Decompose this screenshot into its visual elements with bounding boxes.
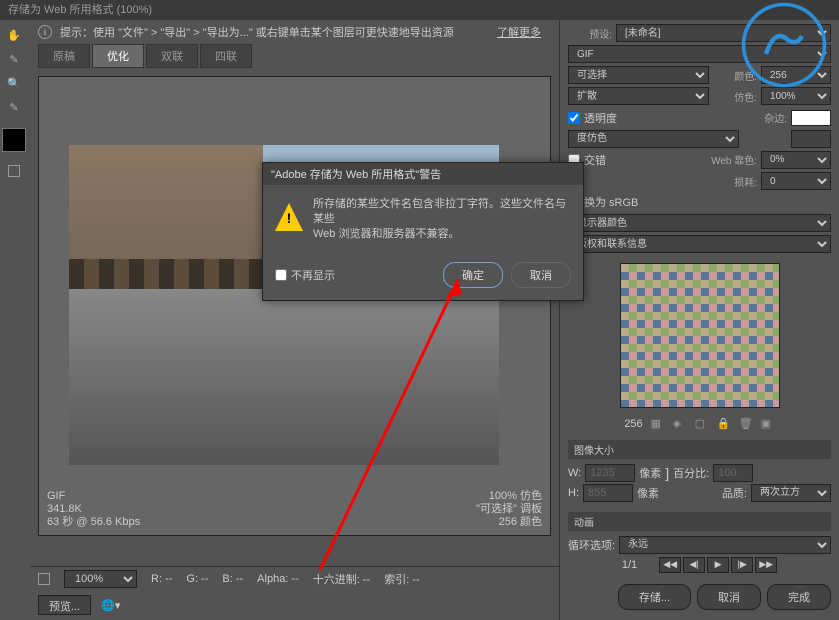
learn-more-link[interactable]: 了解更多 [497,24,541,40]
dont-show-checkbox[interactable] [275,269,287,281]
next-frame-icon[interactable]: |▶ [731,557,753,573]
px-label-2: 像素 [637,485,659,501]
dialog-title: "Adobe 存储为 Web 所用格式"警告 [263,163,583,185]
window-titlebar: 存储为 Web 所用格式 (100%) [0,0,839,20]
g-value: G: -- [186,573,208,585]
palette-icon-1[interactable]: ▦ [651,417,665,431]
palette-count: 256 [624,418,642,430]
height-input[interactable] [583,484,633,502]
trash-icon[interactable]: 🗑 [739,417,753,431]
slice-visibility-icon[interactable] [2,160,26,182]
width-input[interactable] [585,464,635,482]
left-toolbar: ✋ ✎ 🔍 ✎ [0,20,30,620]
preview-color-select[interactable]: 显示器颜色 [568,214,831,232]
quality-select[interactable]: 两次立方 [751,484,831,502]
add-icon[interactable]: ▣ [761,417,775,431]
hex-value: 十六进制: -- [313,571,370,587]
b-value: B: -- [222,573,243,585]
play-icon[interactable]: ▶ [707,557,729,573]
colors-select[interactable]: 256 [761,66,831,84]
color-swatch[interactable] [2,128,26,152]
loop-select[interactable]: 永远 [619,536,831,554]
interlace-label: 交错 [584,152,693,168]
dither-select[interactable]: 扩散 [568,87,709,105]
websnap-label: Web 靠色: [697,152,757,167]
preset-select[interactable]: [未命名] [616,24,831,42]
lossy-select[interactable]: 0 [761,172,831,190]
lock-icon[interactable]: 🔒 [717,417,731,431]
dialog-message: 所存储的某些文件名包含非拉丁字符。这些文件名与某些 Web 浏览器和服务器不兼容… [313,197,571,242]
zoom-info-row: 100% R: -- G: -- B: -- Alpha: -- 十六进制: -… [30,566,559,590]
trans-dither-num[interactable] [791,130,831,148]
slice-tool-icon[interactable]: ✎ [2,48,26,70]
file-stats-right: 100% 仿色 "可选择" 调板 256 颜色 [476,490,542,529]
color-palette[interactable] [620,263,780,408]
transparency-checkbox[interactable] [568,112,580,124]
loop-label: 循环选项: [568,537,615,553]
dialog-cancel-button[interactable]: 取消 [511,262,571,288]
warning-dialog: "Adobe 存储为 Web 所用格式"警告 所存储的某些文件名包含非拉丁字符。… [262,162,584,301]
h-label: H: [568,487,579,499]
hand-tool-icon[interactable]: ✋ [2,24,26,46]
metadata-select[interactable]: 版权和联系信息 [568,235,831,253]
preview-canvas: GIF 341.8K 63 秒 @ 56.6 Kbps 100% 仿色 "可选择… [38,76,551,536]
transparency-label: 透明度 [584,110,739,126]
palette-icon-3[interactable]: ▢ [695,417,709,431]
last-frame-icon[interactable]: ▶▶ [755,557,777,573]
warning-icon [275,203,303,231]
lossy-label: 损耗: [713,174,757,189]
info-icon: i [38,25,52,39]
file-stats-left: GIF 341.8K 63 秒 @ 56.6 Kbps [47,490,140,529]
preview-button[interactable]: 预览... [38,595,91,615]
tab-optimized[interactable]: 优化 [92,44,144,68]
hint-text: 提示：使用 "文件" > "导出" > "导出为..." 或右键单击某个图层可更… [60,24,454,40]
toggle-icon[interactable] [38,573,50,585]
tab-four-up[interactable]: 四联 [200,44,252,68]
dither-pct-select[interactable]: 100% [761,87,831,105]
eyedropper-tool-icon[interactable]: ✎ [2,96,26,118]
tab-original[interactable]: 原稿 [38,44,90,68]
done-button[interactable]: 完成 [767,584,831,610]
pct-label: 百分比: [673,465,709,481]
colors-label: 颜色: [713,68,757,83]
palette-icon-2[interactable]: ◈ [673,417,687,431]
view-tabs: 原稿 优化 双联 四联 [30,44,559,68]
save-button[interactable]: 存储... [618,584,691,610]
image-size-header: 图像大小 [568,440,831,459]
first-frame-icon[interactable]: ◀◀ [659,557,681,573]
px-label-1: 像素 [639,465,661,481]
websnap-select[interactable]: 0% [761,151,831,169]
cancel-button[interactable]: 取消 [697,584,761,610]
quality-label: 品质: [722,485,747,501]
ok-button[interactable]: 确定 [443,262,503,288]
matte-swatch[interactable] [791,110,831,126]
frame-indicator: 1/1 [622,559,637,571]
tab-two-up[interactable]: 双联 [146,44,198,68]
dither-label: 仿色: [713,89,757,104]
alpha-value: Alpha: -- [257,573,299,585]
w-label: W: [568,467,581,479]
browser-icon[interactable]: 🌐▾ [101,599,120,612]
r-value: R: -- [151,573,172,585]
anim-header: 动画 [568,512,831,531]
zoom-select[interactable]: 100% [64,570,137,588]
pct-input[interactable] [713,464,753,482]
prev-frame-icon[interactable]: ◀| [683,557,705,573]
hint-bar: i 提示：使用 "文件" > "导出" > "导出为..." 或右键单击某个图层… [30,20,559,44]
matte-label: 杂边: [743,110,787,125]
srgb-label: 换为 sRGB [584,194,638,210]
trans-dither-select[interactable]: 度仿色 [568,130,739,148]
right-panel: 预设: [未命名] GIF 可选择 颜色: 256 扩散 仿色: 100% 透明… [559,20,839,620]
dont-show-label: 不再显示 [291,267,335,283]
preset-label: 预设: [568,26,612,41]
zoom-tool-icon[interactable]: 🔍 [2,72,26,94]
palette-select[interactable]: 可选择 [568,66,709,84]
format-select[interactable]: GIF [568,45,831,63]
index-value: 索引: -- [384,571,419,587]
